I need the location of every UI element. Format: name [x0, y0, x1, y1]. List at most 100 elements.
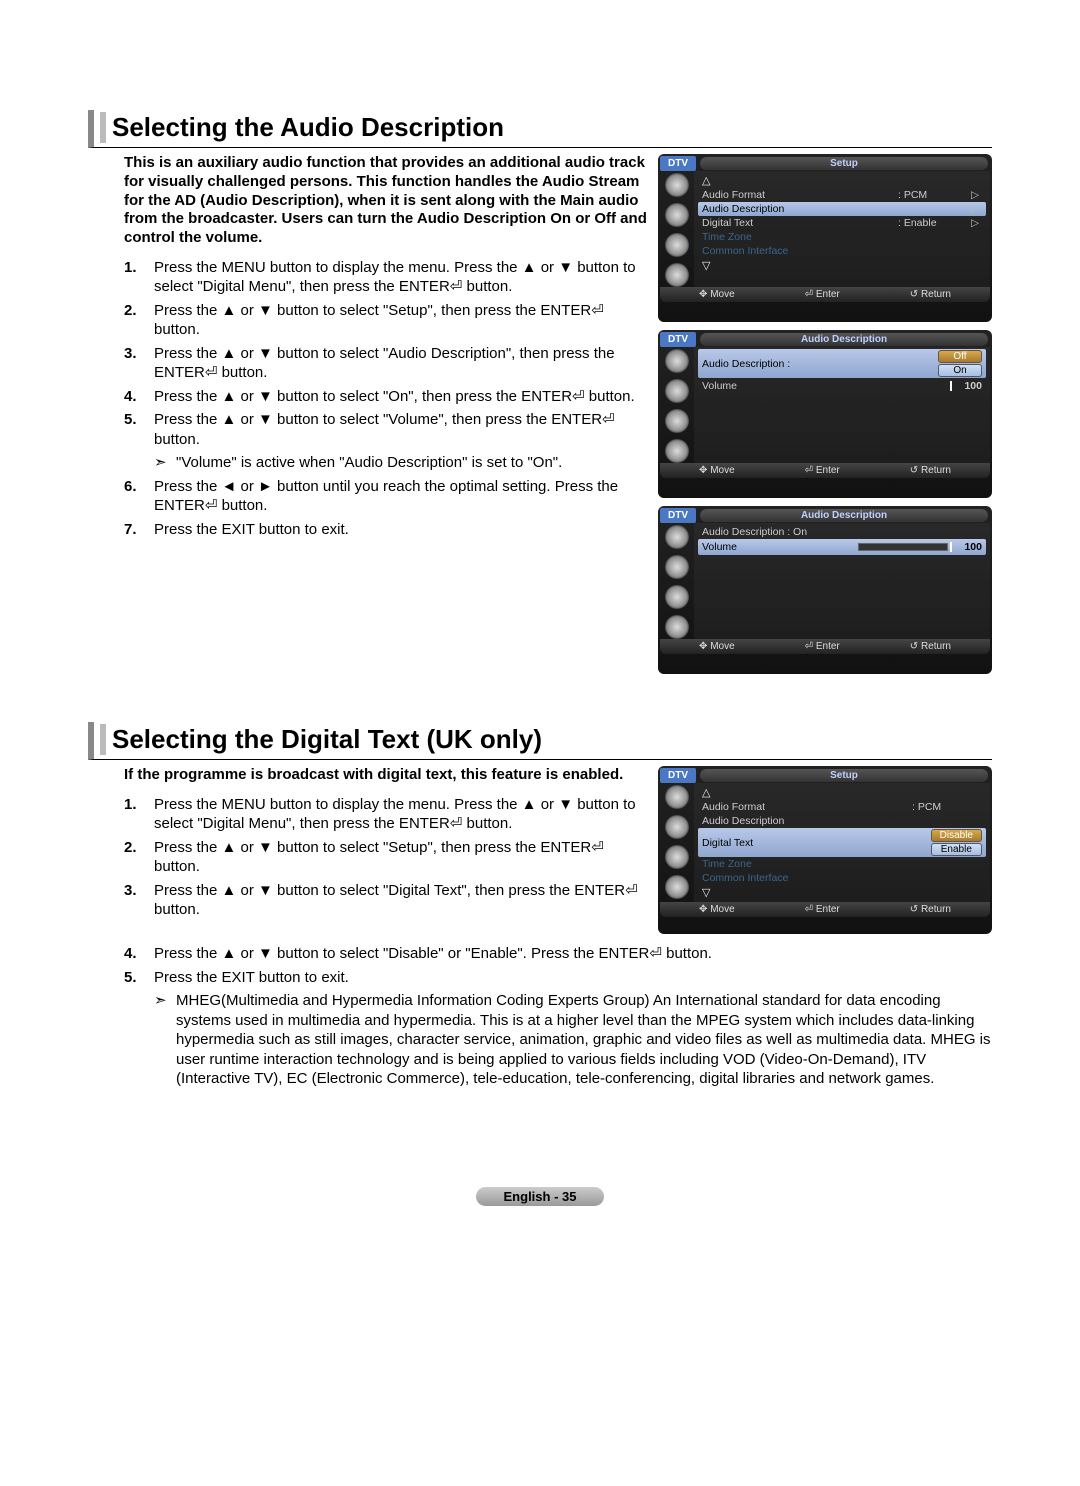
- globe-icon[interactable]: [665, 173, 689, 197]
- gear-icon[interactable]: [665, 585, 689, 609]
- down-arrow-icon[interactable]: ▽: [702, 886, 710, 899]
- gear-icon[interactable]: [665, 233, 689, 257]
- footer-enter: ⏎ Enter: [805, 289, 840, 300]
- step-text: Press the ▲ or ▼ button to select "Disab…: [154, 944, 992, 964]
- up-arrow-icon[interactable]: △: [702, 174, 710, 187]
- clock-icon[interactable]: [665, 439, 689, 463]
- tv-screen-audio-desc-options: DTV Audio Description Audio Description …: [658, 330, 992, 498]
- step-text: Press the ▲ or ▼ button to select "Setup…: [154, 301, 648, 340]
- footer-return: ↺ Return: [910, 904, 951, 915]
- menu-footer: ✥ Move ⏎ Enter ↺ Return: [660, 902, 990, 917]
- footer-return: ↺ Return: [910, 289, 951, 300]
- step-note: "Volume" is active when "Audio Descripti…: [176, 453, 648, 473]
- gear-icon[interactable]: [665, 845, 689, 869]
- step-text: Press the ◄ or ► button until you reach …: [154, 477, 648, 516]
- section2-steps: 1.Press the MENU button to display the m…: [88, 793, 648, 922]
- menu-list: △ Audio Format: PCM Audio Description Di…: [694, 783, 990, 902]
- menu-item-audio-description[interactable]: Audio Description▷: [698, 202, 986, 216]
- menu-list: Audio Description : Off On Volume 100: [694, 347, 990, 463]
- slider-handle-icon: [950, 381, 952, 391]
- menu-list: Audio Description : On Volume 100: [694, 523, 990, 639]
- dtv-badge: DTV: [660, 768, 696, 783]
- language-icon[interactable]: [665, 555, 689, 579]
- step-num: 3.: [124, 344, 154, 383]
- clock-icon[interactable]: [665, 263, 689, 287]
- menu-item-volume: Volume 100: [698, 378, 986, 394]
- menu-category-icons: [660, 523, 694, 639]
- slider-handle-icon: [950, 542, 952, 552]
- language-icon[interactable]: [665, 379, 689, 403]
- menu-item-audio-description-value[interactable]: Audio Description : On: [698, 525, 986, 539]
- section1-steps: 1.Press the MENU button to display the m…: [88, 256, 648, 542]
- globe-icon[interactable]: [665, 525, 689, 549]
- step-text: Press the MENU button to display the men…: [154, 258, 648, 297]
- globe-icon[interactable]: [665, 785, 689, 809]
- page-number-pill: English - 35: [476, 1187, 605, 1206]
- step-text: Press the ▲ or ▼ button to select "Digit…: [154, 881, 648, 920]
- footer-return: ↺ Return: [910, 641, 951, 652]
- menu-category-icons: [660, 783, 694, 902]
- footer-enter: ⏎ Enter: [805, 641, 840, 652]
- menu-footer: ✥ Move ⏎ Enter ↺ Return: [660, 639, 990, 654]
- clock-icon[interactable]: [665, 875, 689, 899]
- step-num: 4.: [124, 944, 154, 964]
- menu-item-digital-text-select[interactable]: Digital Text Disable Enable: [698, 828, 986, 857]
- menu-item-audio-description-select[interactable]: Audio Description : Off On: [698, 349, 986, 378]
- tv-screen-audio-desc-volume: DTV Audio Description Audio Description …: [658, 506, 992, 674]
- footer-enter: ⏎ Enter: [805, 904, 840, 915]
- tv-screen-digital-text: DTV Setup △ Audio Format: PCM Audio Desc…: [658, 766, 992, 934]
- clock-icon[interactable]: [665, 615, 689, 639]
- section2-text: If the programme is broadcast with digit…: [88, 766, 658, 922]
- up-arrow-icon[interactable]: △: [702, 786, 710, 799]
- step-num: 4.: [124, 387, 154, 407]
- footer-move: ✥ Move: [699, 289, 735, 300]
- menu-title: Audio Description: [700, 509, 988, 522]
- menu-title: Setup: [700, 769, 988, 782]
- menu-item-digital-text[interactable]: Digital Text: Enable▷: [698, 216, 986, 230]
- note-arrow-icon: ➣: [154, 991, 176, 1089]
- menu-item-audio-format[interactable]: Audio Format: PCM: [698, 800, 986, 814]
- step-text: Press the MENU button to display the men…: [154, 795, 648, 834]
- step-num: 1.: [124, 795, 154, 834]
- step-num: 6.: [124, 477, 154, 516]
- step-text: Press the ▲ or ▼ button to select "Audio…: [154, 344, 648, 383]
- menu-item-time-zone: Time Zone: [698, 857, 986, 871]
- menu-footer: ✥ Move ⏎ Enter ↺ Return: [660, 287, 990, 302]
- dtv-badge: DTV: [660, 508, 696, 523]
- menu-category-icons: [660, 171, 694, 287]
- menu-item-volume-slider[interactable]: Volume 100: [698, 539, 986, 555]
- language-icon[interactable]: [665, 203, 689, 227]
- section2-title: Selecting the Digital Text (UK only): [100, 724, 992, 755]
- step-text: Press the ▲ or ▼ button to select "On", …: [154, 387, 648, 407]
- option-enable[interactable]: Enable: [931, 843, 982, 856]
- step-text: Press the EXIT button to exit.: [154, 520, 648, 540]
- down-arrow-icon[interactable]: ▽: [702, 259, 710, 272]
- tv-screen-setup: DTV Setup △ Audio Format: PCM▷ Audio Des…: [658, 154, 992, 322]
- footer-move: ✥ Move: [699, 465, 735, 476]
- step-note: MHEG(Multimedia and Hypermedia Informati…: [176, 991, 992, 1089]
- step-num: 2.: [124, 838, 154, 877]
- section2-intro: If the programme is broadcast with digit…: [88, 766, 648, 793]
- section2-steps-continued: 4.Press the ▲ or ▼ button to select "Dis…: [88, 942, 992, 1091]
- section1-title: Selecting the Audio Description: [100, 112, 992, 143]
- step-text: Press the ▲ or ▼ button to select "Volum…: [154, 410, 648, 449]
- menu-category-icons: [660, 347, 694, 463]
- menu-item-common-interface: Common Interface: [698, 871, 986, 885]
- footer-move: ✥ Move: [699, 641, 735, 652]
- option-off[interactable]: Off: [938, 350, 982, 363]
- gear-icon[interactable]: [665, 409, 689, 433]
- step-num: 2.: [124, 301, 154, 340]
- globe-icon[interactable]: [665, 349, 689, 373]
- section-audio-description: Selecting the Audio Description This is …: [88, 110, 992, 682]
- menu-title: Audio Description: [700, 333, 988, 346]
- page-footer: English - 35: [88, 1187, 992, 1206]
- language-icon[interactable]: [665, 815, 689, 839]
- menu-item-audio-description[interactable]: Audio Description: [698, 814, 986, 828]
- menu-item-audio-format[interactable]: Audio Format: PCM▷: [698, 188, 986, 202]
- section2-screens: DTV Setup △ Audio Format: PCM Audio Desc…: [658, 766, 992, 942]
- footer-enter: ⏎ Enter: [805, 465, 840, 476]
- menu-footer: ✥ Move ⏎ Enter ↺ Return: [660, 463, 990, 478]
- option-disable[interactable]: Disable: [931, 829, 982, 842]
- volume-slider[interactable]: [858, 543, 948, 551]
- option-on[interactable]: On: [938, 364, 982, 377]
